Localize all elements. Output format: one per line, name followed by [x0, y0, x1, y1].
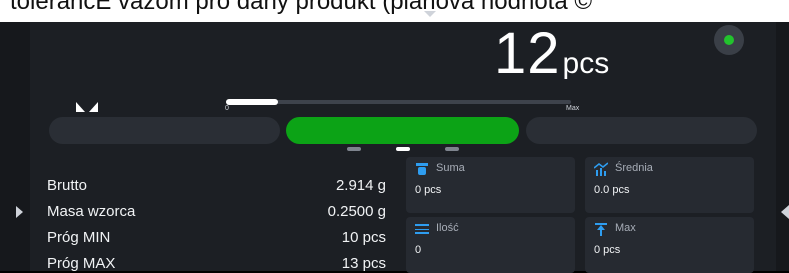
reading-value: 12 — [494, 21, 561, 86]
info-row-label: Próg MAX — [47, 255, 116, 272]
tile-value: 0 — [415, 244, 422, 256]
stability-icon — [76, 102, 98, 112]
zone-above-max — [526, 117, 757, 144]
page-dot-2[interactable] — [396, 147, 410, 151]
tile-average[interactable]: Średnia 0.0 pcs — [585, 157, 754, 213]
tile-title: Suma — [436, 162, 465, 174]
max-icon — [595, 223, 607, 236]
top-caption-banner: tolerancE vażom pro dany produkt (planov… — [0, 0, 789, 22]
tile-title: Max — [615, 222, 636, 234]
sum-icon — [416, 163, 428, 175]
status-indicator-icon[interactable] — [714, 25, 744, 55]
expand-left-icon[interactable] — [16, 206, 23, 218]
caption-text: tolerancE vażom pro dany produkt (planov… — [10, 0, 593, 15]
info-row-label: Próg MIN — [47, 229, 111, 246]
info-row-value: 13 pcs — [341, 255, 386, 272]
info-row-label: Brutto — [47, 177, 88, 194]
tile-sum[interactable]: Suma 0 pcs — [406, 157, 575, 213]
bargraph-fill — [226, 99, 278, 105]
zone-within-tolerance — [286, 117, 519, 144]
info-row-value: 10 pcs — [341, 229, 386, 246]
info-row-value: 0.2500 g — [327, 203, 386, 220]
average-icon — [594, 162, 608, 176]
tile-count[interactable]: Ilość 0 — [406, 217, 575, 273]
reading-unit: pcs — [562, 47, 610, 80]
bargraph-max-label: Max — [566, 105, 580, 112]
info-row-label: Masa wzorca — [47, 203, 136, 220]
count-icon — [415, 224, 429, 234]
zone-below-min — [49, 117, 280, 144]
tile-value: 0 pcs — [415, 184, 442, 196]
left-side-panel-tab[interactable] — [0, 22, 30, 271]
main-reading: 12pcs — [494, 20, 609, 87]
tile-max[interactable]: Max 0 pcs — [585, 217, 754, 273]
tile-value: 0 pcs — [594, 244, 621, 256]
expand-right-icon[interactable] — [781, 205, 789, 219]
right-side-panel-tab[interactable] — [776, 22, 789, 271]
bargraph-min-label: 0 — [225, 105, 229, 112]
pull-down-icon[interactable] — [424, 11, 436, 17]
info-row-value: 2.914 g — [335, 177, 386, 194]
page-dot-1[interactable] — [347, 147, 361, 151]
page-dot-3[interactable] — [445, 147, 459, 151]
tile-title: Średnia — [615, 162, 653, 174]
tile-title: Ilość — [436, 222, 459, 234]
tile-value: 0.0 pcs — [594, 184, 630, 196]
